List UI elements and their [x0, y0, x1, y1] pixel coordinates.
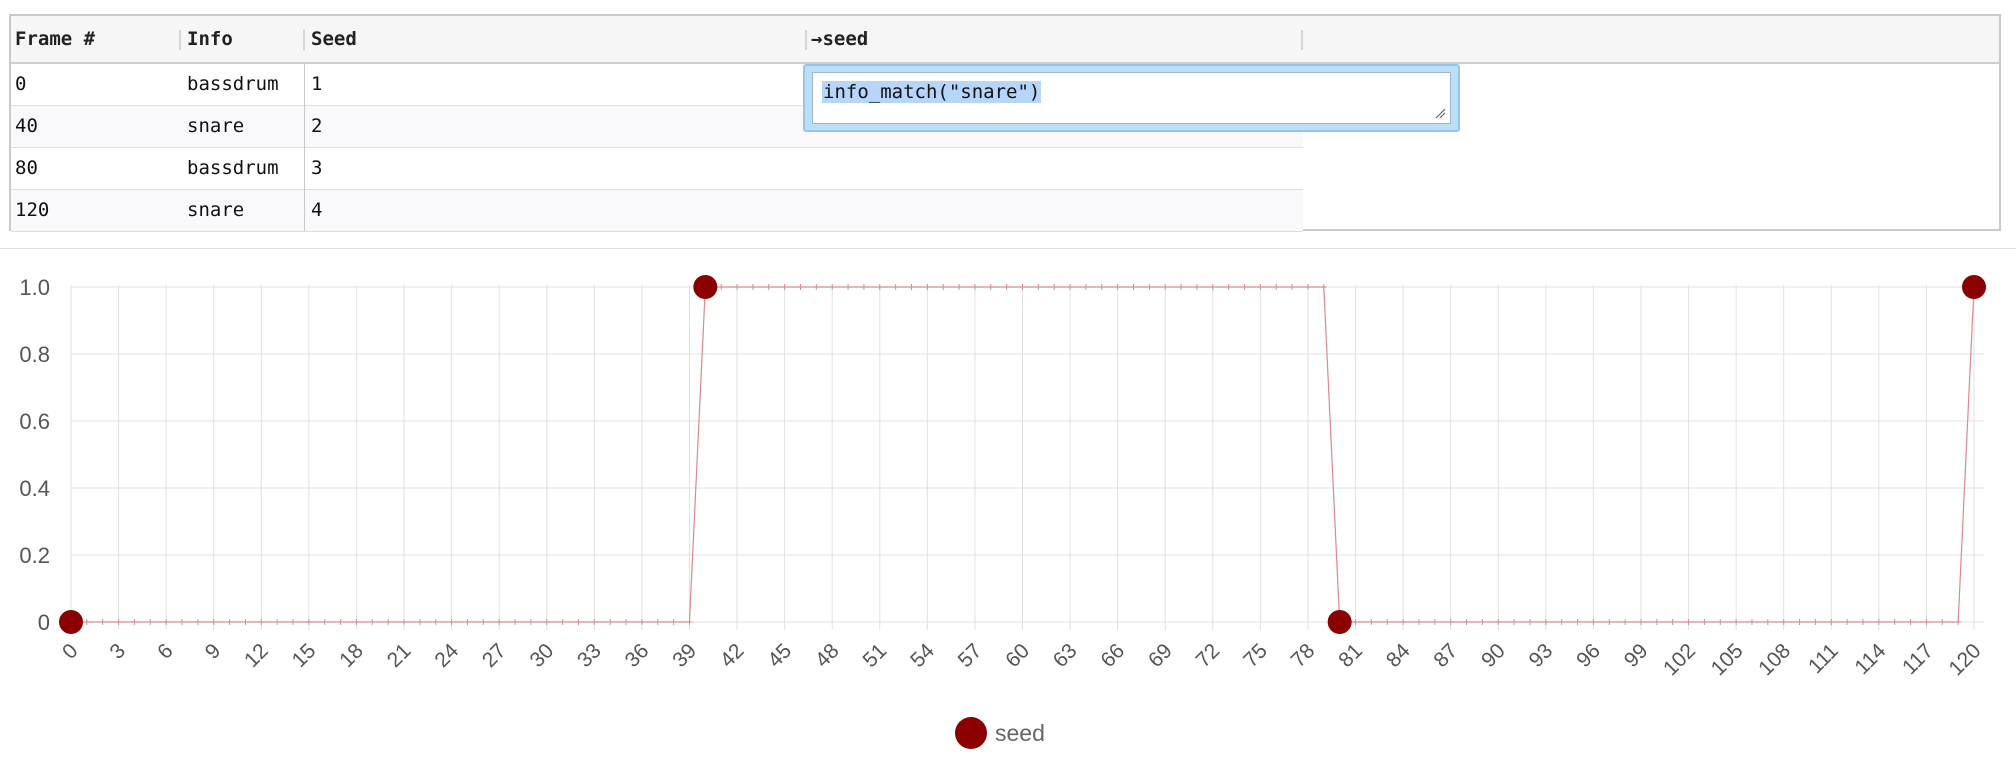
x-tick-label: 48 [811, 639, 844, 672]
seed-cell[interactable]: 4 [307, 190, 322, 231]
x-tick-label: 33 [573, 639, 606, 672]
x-tick-label: 117 [1898, 639, 1938, 679]
x-tick-label: 51 [859, 639, 892, 672]
expression-text-selected[interactable]: info_match("snare") [822, 81, 1042, 103]
x-tick-label: 105 [1707, 639, 1748, 680]
x-tick-label: 27 [478, 639, 511, 672]
keyframe-point[interactable] [1327, 610, 1352, 634]
y-tick-label: 0.4 [19, 476, 50, 501]
x-tick-label: 114 [1850, 639, 1890, 679]
expression-editor-popup: info_match("snare") [803, 64, 1460, 132]
x-tick-label: 9 [201, 639, 226, 664]
x-tick-label: 36 [621, 639, 654, 672]
table-row[interactable]: 120 snare 4 [11, 190, 1303, 232]
keyframe-point[interactable] [693, 275, 718, 299]
frame-cell[interactable]: 40 [11, 106, 38, 147]
keyframe-point[interactable] [1962, 275, 1986, 299]
info-cell[interactable]: snare [183, 190, 244, 231]
x-tick-label: 6 [153, 639, 178, 664]
seed-cell[interactable]: 3 [307, 148, 322, 189]
frame-cell[interactable]: 120 [11, 190, 49, 231]
panel-divider [0, 248, 2016, 249]
x-tick-label: 60 [1001, 639, 1034, 672]
seed-cell[interactable]: 1 [307, 64, 322, 105]
x-tick-label: 72 [1192, 639, 1225, 672]
x-tick-label: 63 [1049, 639, 1082, 672]
x-tick-label: 84 [1382, 639, 1415, 672]
x-tick-label: 120 [1944, 639, 1985, 680]
x-tick-label: 18 [335, 639, 368, 672]
x-tick-label: 96 [1572, 639, 1605, 672]
column-header-seed[interactable]: Seed [307, 16, 807, 62]
info-cell[interactable]: snare [183, 106, 244, 147]
x-tick-label: 87 [1429, 639, 1462, 672]
frame-cell[interactable]: 80 [11, 148, 38, 189]
y-tick-label: 0.8 [19, 342, 50, 367]
seed-cell[interactable]: 2 [307, 106, 322, 147]
y-tick-label: 0.2 [19, 543, 50, 568]
seed-curve-chart[interactable]: 00.20.40.60.81.0 0 3 6 9 12 15 18 21 24 27 30 33 36 3… [0, 250, 2016, 768]
x-tick-label: 108 [1754, 639, 1795, 680]
y-tick-label: 0.6 [19, 409, 50, 434]
x-tick-label: 75 [1239, 639, 1272, 672]
column-divider [304, 64, 305, 231]
x-tick-label: 102 [1659, 639, 1700, 680]
x-axis-ticks: 0 3 6 9 12 15 18 21 24 27 30 33 36 39 42 45 48 51 54 57 60 63… [58, 639, 1986, 680]
x-tick-label: 90 [1477, 639, 1510, 672]
x-tick-label: 54 [906, 639, 939, 672]
table-header: Frame # Info Seed →seed [11, 16, 1999, 64]
x-tick-label: 0 [58, 639, 83, 664]
chart-grid [70, 285, 1984, 630]
x-tick-label: 99 [1620, 639, 1653, 672]
legend-label: seed [995, 720, 1045, 746]
x-tick-label: 24 [430, 639, 463, 672]
y-tick-label: 0 [38, 610, 50, 635]
legend[interactable]: seed [955, 717, 1045, 749]
x-tick-label: 45 [763, 639, 796, 672]
x-tick-label: 69 [1144, 639, 1177, 672]
x-tick-label: 93 [1525, 639, 1558, 672]
expression-input[interactable]: info_match("snare") [812, 72, 1451, 124]
x-tick-label: 12 [240, 639, 273, 672]
y-tick-label: 1.0 [19, 275, 50, 300]
column-header-frame[interactable]: Frame # [11, 16, 181, 62]
x-tick-label: 42 [716, 639, 749, 672]
x-tick-label: 111 [1804, 639, 1843, 678]
keyframe-point[interactable] [59, 610, 83, 634]
x-tick-label: 57 [954, 639, 987, 672]
x-tick-label: 30 [526, 639, 559, 672]
column-header-seed-expression[interactable]: →seed [807, 16, 1303, 62]
legend-swatch-icon [955, 717, 987, 749]
x-tick-label: 66 [1096, 639, 1129, 672]
x-tick-label: 81 [1334, 639, 1367, 672]
x-tick-label: 21 [383, 639, 416, 672]
x-tick-label: 78 [1287, 639, 1320, 672]
y-axis-ticks: 0 0.2 0.4 0.6 0.8 1.0 [19, 275, 50, 635]
x-tick-label: 15 [288, 639, 321, 672]
x-tick-label: 3 [106, 639, 131, 664]
info-cell[interactable]: bassdrum [183, 64, 279, 105]
x-tick-label: 39 [668, 639, 701, 672]
column-resize-handle[interactable] [179, 30, 181, 50]
column-resize-handle[interactable] [303, 30, 305, 50]
column-header-info[interactable]: Info [183, 16, 305, 62]
info-cell[interactable]: bassdrum [183, 148, 279, 189]
resize-grip-icon[interactable] [1434, 107, 1446, 119]
frame-cell[interactable]: 0 [11, 64, 26, 105]
column-resize-handle[interactable] [1301, 30, 1303, 50]
table-row[interactable]: 80 bassdrum 3 [11, 148, 1303, 190]
